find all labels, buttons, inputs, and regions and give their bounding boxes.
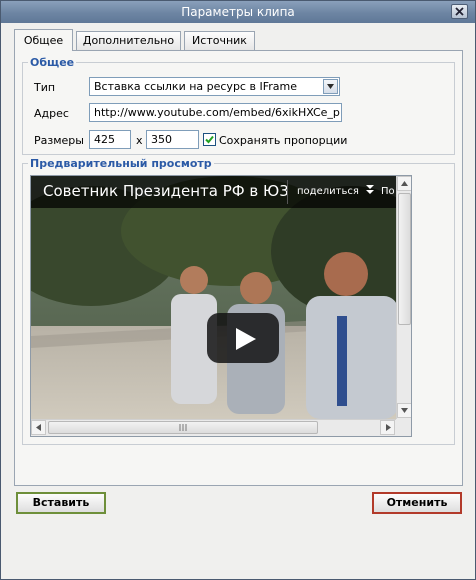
- dropdown-arrow[interactable]: [323, 79, 338, 94]
- vertical-scrollbar[interactable]: [396, 176, 411, 419]
- scroll-corner: [396, 419, 411, 436]
- type-select-value: Вставка ссылки на ресурс в IFrame: [94, 80, 297, 93]
- tab-source[interactable]: Источник: [184, 31, 255, 50]
- title-bar[interactable]: Параметры клипа: [1, 1, 475, 23]
- scroll-right-button[interactable]: [380, 420, 395, 435]
- tab-advanced-label: Дополнительно: [82, 34, 175, 47]
- times-sign: x: [136, 134, 143, 147]
- chevron-down-icon: [327, 84, 334, 89]
- height-input[interactable]: 350: [146, 130, 199, 149]
- grip-icon: [179, 424, 187, 431]
- preview-group-legend: Предварительный просмотр: [30, 157, 212, 170]
- cancel-button[interactable]: Отменить: [372, 492, 462, 514]
- close-button[interactable]: [451, 4, 468, 19]
- more-link[interactable]: По: [381, 186, 395, 197]
- arrow-right-icon: [386, 424, 391, 431]
- arrow-left-icon: [36, 424, 41, 431]
- checkmark-icon: [205, 135, 214, 144]
- insert-button-label: Вставить: [32, 496, 90, 509]
- close-icon: [455, 7, 464, 16]
- size-label: Размеры: [34, 134, 84, 147]
- video-player[interactable]: Советник Президента РФ в Ю3 поделиться П…: [31, 176, 396, 419]
- general-group-legend: Общее: [30, 56, 75, 69]
- share-link[interactable]: поделиться: [297, 186, 359, 197]
- type-label: Тип: [34, 81, 56, 94]
- width-input[interactable]: 425: [89, 130, 131, 149]
- tab-source-label: Источник: [192, 34, 247, 47]
- clip-params-dialog: Параметры клипа Общее Дополнительно Исто…: [0, 0, 476, 580]
- tab-general-label: Общее: [23, 34, 64, 47]
- height-input-value: 350: [151, 133, 172, 146]
- type-select[interactable]: Вставка ссылки на ресурс в IFrame: [89, 77, 340, 96]
- dialog-title: Параметры клипа: [181, 5, 295, 19]
- share-icon[interactable]: [365, 184, 375, 196]
- video-title[interactable]: Советник Президента РФ в Ю3: [43, 182, 289, 200]
- arrow-up-icon: [401, 181, 408, 186]
- title-divider: [287, 180, 288, 204]
- play-button[interactable]: [207, 313, 279, 363]
- tab-general[interactable]: Общее: [14, 29, 73, 51]
- keep-ratio-label[interactable]: Сохранять пропорции: [219, 134, 347, 147]
- vertical-scroll-thumb[interactable]: [398, 193, 411, 325]
- arrow-down-icon: [401, 408, 408, 413]
- insert-button[interactable]: Вставить: [16, 492, 106, 514]
- address-input[interactable]: http://www.youtube.com/embed/6xikHXCe_p: [89, 103, 342, 122]
- scroll-up-button[interactable]: [397, 176, 411, 191]
- address-input-value: http://www.youtube.com/embed/6xikHXCe_p: [94, 106, 340, 119]
- play-icon: [236, 328, 256, 350]
- scroll-left-button[interactable]: [31, 420, 46, 435]
- width-input-value: 425: [94, 133, 115, 146]
- cancel-button-label: Отменить: [386, 496, 448, 509]
- preview-frame[interactable]: Советник Президента РФ в Ю3 поделиться П…: [30, 175, 412, 437]
- scroll-down-button[interactable]: [397, 403, 411, 418]
- horizontal-scroll-thumb[interactable]: [48, 421, 318, 434]
- keep-ratio-checkbox[interactable]: [203, 133, 216, 146]
- tab-advanced[interactable]: Дополнительно: [76, 31, 181, 50]
- video-frame-image: [31, 176, 396, 419]
- horizontal-scrollbar[interactable]: [31, 419, 396, 436]
- address-label: Адрес: [34, 107, 69, 120]
